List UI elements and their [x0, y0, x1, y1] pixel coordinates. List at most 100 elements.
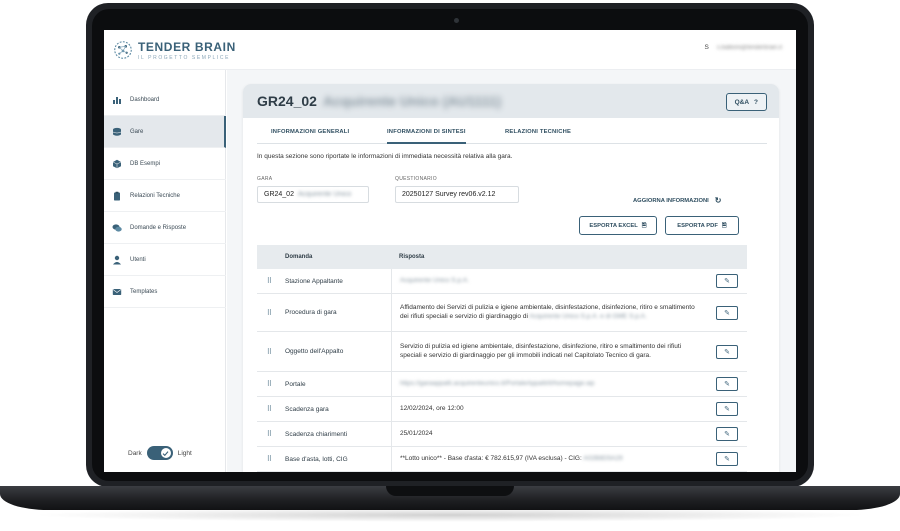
export-pdf-label: ESPORTA PDF	[677, 222, 718, 229]
cell-risposta: Affidamento dei Servizi di pulizia e igi…	[391, 294, 707, 331]
sidebar-item-label: Templates	[130, 288, 158, 295]
cell-risposta: 12/02/2024, ore 12:00	[391, 397, 707, 421]
questionario-select[interactable]: 20250127 Survey rev06.v2.12	[395, 186, 519, 203]
logo-title: TENDER BRAIN	[138, 39, 236, 54]
qa-label: Q&A	[734, 98, 750, 106]
questionario-field-label: QUESTIONARIO	[395, 176, 437, 182]
edit-icon[interactable]: ✎	[716, 452, 738, 466]
user-email: s.balboni@tenderbrain.it	[716, 44, 782, 51]
qa-button[interactable]: Q&A ?	[725, 93, 767, 111]
edit-icon[interactable]: ✎	[716, 305, 738, 320]
tab-bar: INFORMAZIONI GENERALI INFORMAZIONI DI SI…	[257, 126, 767, 144]
tab-informazioni-generali[interactable]: INFORMAZIONI GENERALI	[271, 126, 349, 144]
gara-field-value: GR24_02	[264, 191, 294, 198]
gara-field[interactable]: GR24_02 Acquirente Unico	[257, 186, 369, 203]
cell-obscured: Acquirente Unico S.p.A.	[400, 276, 470, 284]
edit-icon[interactable]: ✎	[716, 274, 738, 288]
gara-header: GR24_02 Acquirente Unico (AU1111) Q&A ?	[243, 84, 779, 118]
gara-field-obscured: Acquirente Unico	[297, 191, 352, 198]
sidebar-item-label: Utenti	[130, 256, 146, 263]
theme-switch[interactable]	[146, 446, 173, 460]
table-row: ⠿ Portale https://garaappalti.acquirente…	[257, 372, 747, 397]
cell-domanda: Stazione Appaltante	[285, 277, 343, 285]
sidebar-item-label: Domande e Risposte	[130, 224, 187, 231]
cell-risposta: https://garaappalti.acquirenteunico.it/P…	[391, 372, 707, 396]
file-icon: 🗎	[641, 222, 647, 229]
laptop-notch	[386, 486, 514, 496]
sidebar-item-gare[interactable]: Gare	[104, 116, 226, 148]
mail-icon	[112, 287, 122, 297]
table-row: ⠿ Scadenza chiarimenti 25/01/2024 ✎	[257, 422, 747, 447]
tab-informazioni-di-sintesi[interactable]: INFORMAZIONI DI SINTESI	[387, 126, 466, 144]
drag-handle-icon[interactable]: ⠿	[257, 405, 281, 413]
bar-chart-icon	[112, 95, 122, 105]
sidebar-item-utenti[interactable]: Utenti	[104, 244, 226, 276]
column-header-domanda: Domanda	[285, 254, 313, 260]
table-row: ⠿ Scadenza gara 12/02/2024, ore 12:00 ✎	[257, 397, 747, 422]
edit-icon[interactable]: ✎	[716, 344, 738, 359]
drag-handle-icon[interactable]: ⠿	[257, 455, 281, 463]
cell-obscured: https://garaappalti.acquirenteunico.it/P…	[400, 379, 595, 387]
clipboard-icon	[112, 191, 122, 201]
gara-field-label: GARA	[257, 176, 273, 182]
logo-text: TENDER BRAIN IL PROGETTO SEMPLICE	[138, 40, 236, 61]
table-row: ⠿ Oggetto dell'Appalto Servizio di puliz…	[257, 332, 747, 372]
sidebar-item-label: Relazioni Tecniche	[130, 192, 180, 199]
drag-handle-icon[interactable]: ⠿	[257, 380, 281, 388]
cell-domanda: Scadenza chiarimenti	[285, 430, 348, 438]
refresh-icon: ↻	[714, 196, 722, 205]
drag-handle-icon[interactable]: ⠿	[257, 309, 281, 317]
cell-risposta: Acquirente Unico S.p.A.	[391, 269, 707, 293]
theme-light-label: Light	[177, 449, 192, 457]
drag-handle-icon[interactable]: ⠿	[257, 430, 281, 438]
cell-risposta: 25/01/2024	[391, 422, 707, 446]
section-description: In questa sezione sono riportate le info…	[257, 153, 513, 160]
sidebar-item-templates[interactable]: Templates	[104, 276, 226, 308]
edit-icon[interactable]: ✎	[716, 377, 738, 391]
drag-handle-icon[interactable]: ⠿	[257, 277, 281, 285]
brain-logo-icon	[114, 41, 132, 59]
drag-handle-icon[interactable]: ⠿	[257, 348, 281, 356]
theme-dark-label: Dark	[128, 449, 142, 457]
column-header-risposta: Risposta	[399, 253, 425, 260]
user-initial: S	[704, 44, 709, 51]
logo-subtitle: IL PROGETTO SEMPLICE	[138, 54, 231, 61]
sidebar-item-relazioni-tecniche[interactable]: Relazioni Tecniche	[104, 180, 226, 212]
app-screen: TENDER BRAIN IL PROGETTO SEMPLICE S s.ba…	[104, 30, 796, 472]
export-pdf-button[interactable]: ESPORTA PDF 🗎	[665, 216, 739, 235]
aggiorna-informazioni-link[interactable]: AGGIORNA INFORMAZIONI ↻	[633, 196, 722, 205]
cell-risposta: Servizio di pulizia ed igiene ambientale…	[391, 332, 707, 371]
cell-obscured: Acquirente Unico S.p.A. e di GME S.p.A.	[529, 312, 647, 320]
sidebar: Dashboard Gare DB Esempi Relazioni Tecni…	[104, 70, 226, 472]
sidebar-item-db-esempi[interactable]: DB Esempi	[104, 148, 226, 180]
main-content: GR24_02 Acquirente Unico (AU1111) Q&A ? I…	[227, 70, 796, 472]
gara-card: GR24_02 Acquirente Unico (AU1111) Q&A ? I…	[243, 84, 779, 472]
user-menu[interactable]: S s.balboni@tenderbrain.it	[705, 44, 782, 51]
cell-domanda: Base d'asta, lotti, CIG	[285, 455, 348, 463]
sidebar-item-domande-risposte[interactable]: Domande e Risposte	[104, 212, 226, 244]
cell-risposta: **Lotto unico** - Base d'asta: € 782.615…	[391, 447, 707, 471]
cell-obscured: A02B8D5A29	[583, 454, 623, 462]
page-title: GR24_02 Acquirente Unico (AU1111)	[257, 93, 501, 109]
camera-icon	[454, 18, 459, 23]
tab-relazioni-tecniche[interactable]: RELAZIONI TECNICHE	[505, 126, 571, 144]
cell-domanda: Oggetto dell'Appalto	[285, 348, 344, 355]
theme-toggle: Dark Light	[128, 446, 192, 460]
sidebar-item-dashboard[interactable]: Dashboard	[104, 84, 226, 116]
cell-domanda: Procedura di gara	[285, 309, 337, 316]
refresh-label: AGGIORNA INFORMAZIONI	[633, 197, 709, 204]
cell-domanda: Portale	[285, 380, 306, 388]
table-header: Domanda Risposta	[257, 245, 747, 269]
cell-domanda: Scadenza gara	[285, 405, 329, 413]
table-row: ⠿ Stazione Appaltante Acquirente Unico S…	[257, 269, 747, 294]
edit-icon[interactable]: ✎	[716, 402, 738, 416]
check-icon	[160, 448, 171, 458]
app-logo[interactable]: TENDER BRAIN IL PROGETTO SEMPLICE	[112, 39, 236, 61]
database-icon	[112, 127, 122, 137]
top-bar: TENDER BRAIN IL PROGETTO SEMPLICE S s.ba…	[104, 30, 796, 70]
edit-icon[interactable]: ✎	[716, 427, 738, 441]
sidebar-item-label: DB Esempi	[130, 160, 161, 167]
export-excel-button[interactable]: ESPORTA EXCEL 🗎	[579, 216, 657, 235]
sidebar-item-label: Dashboard	[130, 96, 160, 103]
table-row: ⠿ Base d'asta, lotti, CIG **Lotto unico*…	[257, 447, 747, 472]
